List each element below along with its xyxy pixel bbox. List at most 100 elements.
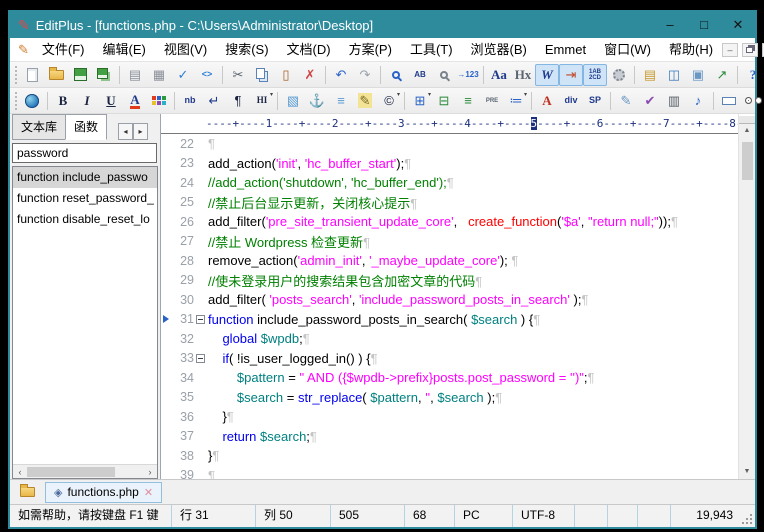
anchor-tag-button[interactable]: ⚓ xyxy=(305,90,329,112)
tab-close-icon[interactable]: ✕ xyxy=(144,486,153,499)
line-break-button[interactable]: ↵ xyxy=(202,90,226,112)
find-button[interactable] xyxy=(384,64,408,86)
paste-button[interactable]: ▯ xyxy=(274,64,298,86)
hex-view-button[interactable]: Hx xyxy=(511,64,535,86)
tab-scroll-right-button[interactable]: ▸ xyxy=(133,123,148,140)
function-list-item[interactable]: function include_passwo xyxy=(13,167,157,188)
non-breaking-space-button[interactable]: nb xyxy=(178,90,202,112)
video-tag-button[interactable]: ▥ xyxy=(662,90,686,112)
browser-preview-button[interactable]: ▣ xyxy=(686,64,710,86)
menu-item-3[interactable]: 视图(V) xyxy=(155,38,216,61)
change-case-button[interactable]: Aa xyxy=(487,64,511,86)
script-tag-button[interactable]: ✔ xyxy=(638,90,662,112)
bold-button[interactable]: B xyxy=(51,90,75,112)
context-help-button[interactable]: ? xyxy=(741,64,764,86)
line-margin[interactable] xyxy=(161,315,170,323)
font-tag-button[interactable]: A xyxy=(535,90,559,112)
resize-grip[interactable] xyxy=(741,505,755,527)
function-search-input[interactable] xyxy=(12,143,157,163)
table-tag-button[interactable]: ⊞▾ xyxy=(408,90,432,112)
menu-item-11[interactable]: 帮助(H) xyxy=(660,38,722,61)
function-list-item[interactable]: function disable_reset_lo xyxy=(13,209,157,230)
scrollbar-thumb[interactable] xyxy=(27,467,115,477)
mdi-minimize-button[interactable]: – xyxy=(722,43,738,57)
menu-item-9[interactable]: Emmet xyxy=(536,38,595,61)
menu-item-6[interactable]: 方案(P) xyxy=(340,38,401,61)
go-to-line-button[interactable]: →123 xyxy=(456,64,480,86)
menu-item-8[interactable]: 浏览器(B) xyxy=(462,38,536,61)
print-preview-button[interactable]: ▤ xyxy=(123,64,147,86)
div-tag-button[interactable]: div xyxy=(559,90,583,112)
close-button[interactable]: ✕ xyxy=(721,12,755,38)
color-palette-button[interactable] xyxy=(147,90,171,112)
browser-button[interactable] xyxy=(20,90,44,112)
list-tag-button[interactable]: ≔▾ xyxy=(504,90,528,112)
mdi-restore-button[interactable] xyxy=(742,43,758,57)
redo-button[interactable]: ↷ xyxy=(353,64,377,86)
open-in-browser-button[interactable]: ↗ xyxy=(710,64,734,86)
pre-tag-button[interactable]: PRE xyxy=(480,90,504,112)
save-all-button[interactable] xyxy=(92,64,116,86)
scroll-up-icon[interactable]: ▲ xyxy=(744,124,751,138)
menu-item-2[interactable]: 编辑(E) xyxy=(94,38,155,61)
table-row-tag-button[interactable]: ⊟ xyxy=(432,90,456,112)
editor-panel[interactable]: ----+----1----+----2----+----3----+----4… xyxy=(160,114,755,479)
copy-button[interactable] xyxy=(250,64,274,86)
save-button[interactable] xyxy=(68,64,92,86)
minimize-button[interactable]: – xyxy=(653,12,687,38)
heading-tag-button[interactable]: HI▾ xyxy=(250,90,274,112)
center-tag-button[interactable]: ≡ xyxy=(456,90,480,112)
document-menu-icon[interactable]: ✎ xyxy=(18,42,29,58)
menu-item-5[interactable]: 文档(D) xyxy=(278,38,340,61)
menu-item-7[interactable]: 工具(T) xyxy=(401,38,462,61)
sidebar-horizontal-scrollbar[interactable]: ‹ › xyxy=(13,464,157,478)
code-lines[interactable]: 22¶23add_action('init', 'hc_buffer_start… xyxy=(161,134,738,479)
document-list-button[interactable]: ▤ xyxy=(638,64,662,86)
toolbar-grip[interactable] xyxy=(15,92,17,110)
word-wrap-button[interactable]: W xyxy=(535,64,559,86)
spell-check-button[interactable]: ✓ xyxy=(171,64,195,86)
find-in-files-button[interactable] xyxy=(432,64,456,86)
fold-toggle-icon[interactable] xyxy=(196,354,205,363)
audio-tag-button[interactable]: ♪ xyxy=(686,90,710,112)
cut-button[interactable]: ✂ xyxy=(226,64,250,86)
tab-scroll-left-button[interactable]: ◂ xyxy=(118,123,133,140)
sidebar-tab-cliptext[interactable]: 文本库 xyxy=(12,114,66,140)
delete-button[interactable]: ✗ xyxy=(298,64,322,86)
form-tag-button[interactable]: ✎ xyxy=(614,90,638,112)
maximize-button[interactable]: □ xyxy=(687,12,721,38)
project-folder-icon[interactable] xyxy=(20,487,35,497)
scrollbar-thumb[interactable] xyxy=(742,142,753,180)
italic-button[interactable]: I xyxy=(75,90,99,112)
scroll-right-icon[interactable]: › xyxy=(143,467,157,477)
menu-item-1[interactable]: 文件(F) xyxy=(33,38,94,61)
note-edit-button[interactable]: ✎ xyxy=(353,90,377,112)
radio-button-button[interactable] xyxy=(741,90,764,112)
sidebar-tab-functions[interactable]: 函数 xyxy=(65,114,107,140)
image-tag-button[interactable]: ▧ xyxy=(281,90,305,112)
underline-button[interactable]: U xyxy=(99,90,123,112)
toolbar-grip[interactable] xyxy=(15,66,17,84)
preferences-button[interactable] xyxy=(607,64,631,86)
undo-button[interactable]: ↶ xyxy=(329,64,353,86)
menu-item-4[interactable]: 搜索(S) xyxy=(216,38,277,61)
text-field-button[interactable] xyxy=(717,90,741,112)
horizontal-rule-button[interactable]: ≡ xyxy=(329,90,353,112)
scroll-down-icon[interactable]: ▼ xyxy=(744,465,751,479)
auto-indent-button[interactable]: ⇥ xyxy=(559,64,583,86)
fold-toggle-icon[interactable] xyxy=(196,315,205,324)
paragraph-tag-button[interactable]: ¶ xyxy=(226,90,250,112)
font-color-button[interactable]: A xyxy=(123,90,147,112)
new-file-button[interactable] xyxy=(20,64,44,86)
editor-vertical-scrollbar[interactable]: ▲ ▼ xyxy=(738,114,755,479)
print-button[interactable]: ▦ xyxy=(147,64,171,86)
line-numbers-button[interactable]: 1AB 2CD xyxy=(583,64,607,86)
view-source-button[interactable]: <> xyxy=(195,64,219,86)
tab-functions-php[interactable]: ◈ functions.php ✕ xyxy=(45,482,162,503)
window-tile-button[interactable]: ◫ xyxy=(662,64,686,86)
menu-item-10[interactable]: 窗口(W) xyxy=(595,38,660,61)
replace-button[interactable]: AB xyxy=(408,64,432,86)
function-list-item[interactable]: function reset_password_ xyxy=(13,188,157,209)
span-tag-button[interactable]: SP xyxy=(583,90,607,112)
scroll-left-icon[interactable]: ‹ xyxy=(13,467,27,477)
